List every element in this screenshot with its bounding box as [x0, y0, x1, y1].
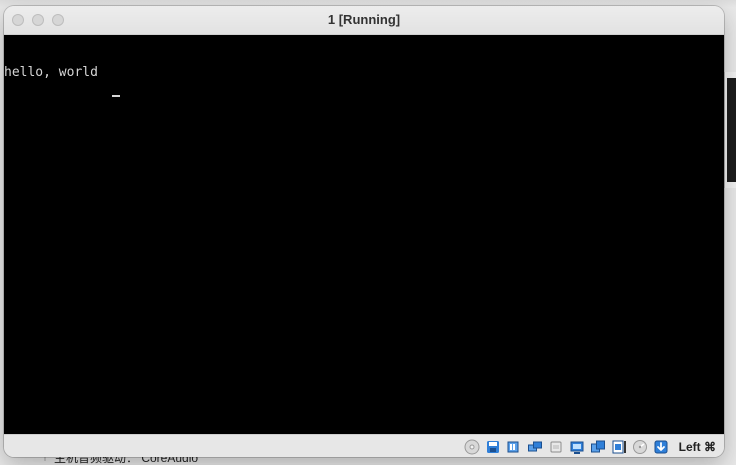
cpu-icon[interactable]	[631, 438, 649, 456]
optical-drive-icon[interactable]	[463, 438, 481, 456]
console-output-line: hello, world	[4, 65, 98, 80]
window-title: 1 [Running]	[327, 12, 401, 27]
usb-icon[interactable]	[547, 438, 565, 456]
shared-folders-icon[interactable]	[568, 438, 586, 456]
window-titlebar[interactable]: 1 [Running]	[4, 6, 724, 35]
console-cursor	[112, 95, 120, 97]
recording-icon[interactable]	[610, 438, 628, 456]
mouse-integration-icon[interactable]	[652, 438, 670, 456]
vm-display[interactable]: hello, world	[4, 35, 724, 434]
background-right-panel	[724, 72, 736, 188]
status-icons-group: Left ⌘	[463, 438, 716, 456]
vm-statusbar: Left ⌘	[4, 434, 724, 457]
audio-icon[interactable]	[505, 438, 523, 456]
floppy-icon[interactable]	[484, 438, 502, 456]
network-icon[interactable]	[526, 438, 544, 456]
background-right-panel-preview	[727, 78, 736, 182]
display-icon[interactable]	[589, 438, 607, 456]
vm-window: 1 [Running] hello, world Left ⌘	[4, 6, 724, 457]
host-key-label: Left ⌘	[678, 440, 716, 454]
